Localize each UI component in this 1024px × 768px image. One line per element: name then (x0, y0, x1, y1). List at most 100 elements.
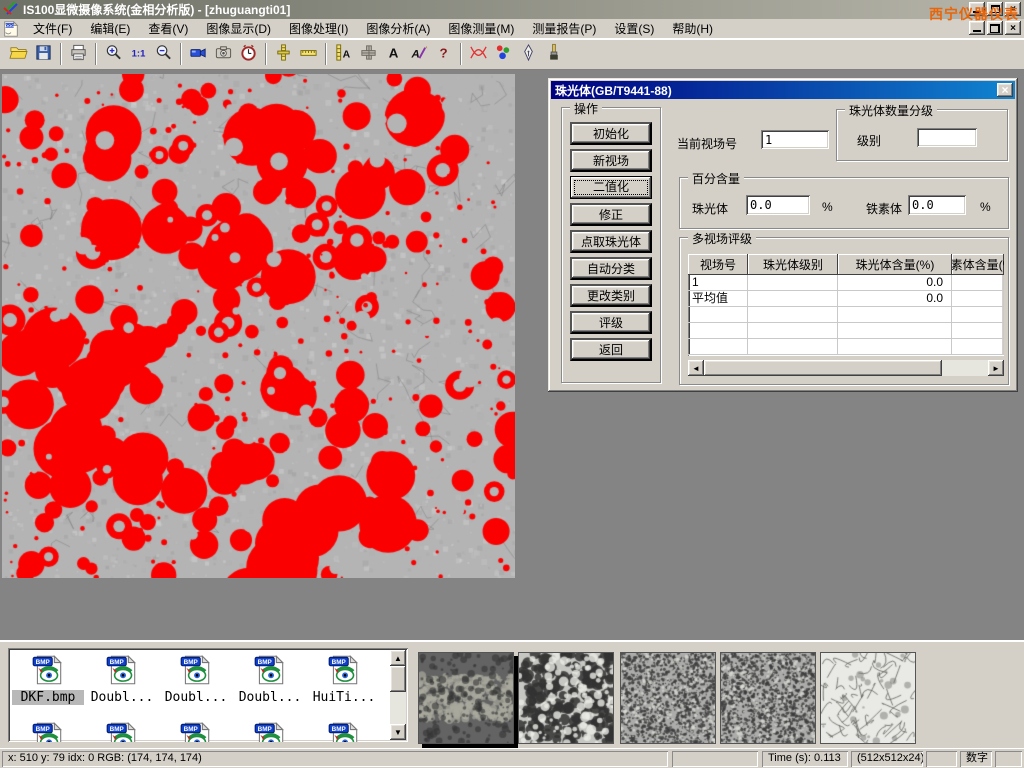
video-camera-tool-button[interactable] (186, 42, 211, 67)
pearlite-percent-sign: % (822, 200, 833, 214)
operation-button-4[interactable]: 点取珠光体 (570, 230, 652, 253)
scroll-thumb[interactable] (704, 360, 942, 376)
workspace: 珠光体(GB/T9441-88) × 操作 初始化新视场二值化修正点取珠光体自动… (0, 70, 1024, 640)
operation-button-5[interactable]: 自动分类 (570, 257, 652, 280)
svg-text:?: ? (439, 45, 447, 60)
operation-button-8[interactable]: 返回 (570, 338, 652, 361)
grading-group-label: 珠光体数量分级 (845, 102, 937, 119)
operation-button-1[interactable]: 新视场 (570, 149, 652, 172)
grid-cross-icon (359, 43, 378, 65)
toolbar-separator (95, 43, 97, 65)
table-cell (952, 339, 1004, 355)
table-cell (838, 323, 952, 339)
status-spare-2 (926, 751, 957, 767)
menu-item-3[interactable]: 图像显示(D) (197, 18, 280, 39)
table-row-2[interactable] (688, 307, 1004, 323)
menu-item-0[interactable]: 文件(F) (24, 18, 81, 39)
file-item-1[interactable]: BMPDoubl... (86, 653, 158, 705)
status-bar: x: 510 y: 79 idx: 0 RGB: (174, 174, 174)… (0, 748, 1024, 768)
menu-item-1[interactable]: 编辑(E) (81, 18, 139, 39)
file-item-row2-1[interactable]: BMP (86, 720, 158, 742)
svg-text:DOC: DOC (5, 23, 14, 28)
window-title: IS100显微摄像系统(金相分析版) - [zhuguangti01] (23, 1, 290, 18)
thumbnail-2[interactable] (620, 652, 716, 744)
table-row-0[interactable]: 10.0 (688, 275, 1004, 291)
file-scroll-down-button[interactable]: ▼ (390, 724, 406, 740)
thumbnail-0[interactable] (418, 652, 514, 744)
svg-text:BMP: BMP (258, 659, 273, 666)
file-item-3[interactable]: BMPDoubl... (234, 653, 306, 705)
file-browser-vscrollbar[interactable]: ▲ ▼ (390, 650, 406, 740)
measure-text-icon: A (334, 43, 353, 65)
ferrite-input[interactable] (908, 195, 966, 215)
bmp-file-icon: BMP (178, 676, 214, 690)
zoom-in-tool-button[interactable] (101, 42, 126, 67)
file-item-row2-2[interactable]: BMP (160, 720, 232, 742)
operation-button-0[interactable]: 初始化 (570, 122, 652, 145)
ruler-tool-button[interactable] (296, 42, 321, 67)
level-label: 级别 (857, 132, 881, 149)
curve-tool-tool-button[interactable] (466, 42, 491, 67)
pearlite-input[interactable] (746, 195, 810, 215)
operation-button-3[interactable]: 修正 (570, 203, 652, 226)
dialog-close-button[interactable]: × (997, 83, 1013, 97)
thumbnail-4[interactable] (820, 652, 916, 744)
current-field-input[interactable] (761, 130, 829, 149)
thumbnail-3[interactable] (720, 652, 816, 744)
caliper-tool-button[interactable] (271, 42, 296, 67)
level-input[interactable] (917, 128, 977, 147)
dialog-title-bar[interactable]: 珠光体(GB/T9441-88) × (551, 81, 1015, 99)
rgb-classify-tool-button[interactable] (491, 42, 516, 67)
zoom-out-tool-button[interactable] (151, 42, 176, 67)
pearlite-label: 珠光体 (692, 200, 728, 217)
table-row-3[interactable] (688, 323, 1004, 339)
help-tool-button[interactable]: ? (431, 42, 456, 67)
timer-clock-tool-button[interactable] (236, 42, 261, 67)
scroll-right-button[interactable]: ► (988, 360, 1004, 376)
brush-tool-tool-button[interactable] (541, 42, 566, 67)
table-hscrollbar[interactable]: ◄ ► (688, 360, 1004, 376)
scroll-left-button[interactable]: ◄ (688, 360, 704, 376)
measure-text-tool-button[interactable]: A (331, 42, 356, 67)
table-cell (748, 323, 838, 339)
operation-button-2[interactable]: 二值化 (570, 176, 652, 199)
thumbnail-1[interactable] (518, 652, 614, 744)
pen-tool-tool-button[interactable] (516, 42, 541, 67)
table-cell (952, 291, 1004, 307)
table-cell (748, 339, 838, 355)
table-row-1[interactable]: 平均值0.0 (688, 291, 1004, 307)
operation-button-7[interactable]: 评级 (570, 311, 652, 334)
text-edit-tool-button[interactable]: A (406, 42, 431, 67)
svg-text:BMP: BMP (332, 659, 347, 666)
menu-item-5[interactable]: 图像分析(A) (357, 18, 439, 39)
actual-size-tool-button[interactable]: 1:1 (126, 42, 151, 67)
file-scroll-up-button[interactable]: ▲ (390, 650, 406, 666)
file-item-2[interactable]: BMPDoubl... (160, 653, 232, 705)
menu-item-2[interactable]: 查看(V) (139, 18, 197, 39)
menu-item-6[interactable]: 图像测量(M) (439, 18, 523, 39)
grid-cross-tool-button[interactable] (356, 42, 381, 67)
menu-item-8[interactable]: 设置(S) (605, 18, 663, 39)
open-folder-tool-button[interactable] (6, 42, 31, 67)
operation-button-6[interactable]: 更改类别 (570, 284, 652, 307)
camera-tool-button[interactable] (211, 42, 236, 67)
analysis-image[interactable] (2, 74, 515, 578)
file-item-row2-3[interactable]: BMP (234, 720, 306, 742)
menu-item-7[interactable]: 测量报告(P) (523, 18, 605, 39)
file-item-4[interactable]: BMPHuiTi... (308, 653, 380, 705)
svg-text:BMP: BMP (110, 659, 125, 666)
menu-item-4[interactable]: 图像处理(I) (280, 18, 357, 39)
table-cell (952, 323, 1004, 339)
status-image-size: (512x512x24) (851, 751, 923, 767)
file-scroll-thumb[interactable] (390, 666, 406, 692)
table-row-4[interactable] (688, 339, 1004, 355)
file-item-row2-4[interactable]: BMP (308, 720, 380, 742)
toolbar-separator (180, 43, 182, 65)
table-cell (748, 291, 838, 307)
file-item-0[interactable]: BMPDKF.bmp (12, 653, 84, 705)
text-label-tool-button[interactable]: A (381, 42, 406, 67)
save-tool-button[interactable] (31, 42, 56, 67)
menu-item-9[interactable]: 帮助(H) (663, 18, 722, 39)
print-tool-button[interactable] (66, 42, 91, 67)
file-item-row2-0[interactable]: BMP (12, 720, 84, 742)
